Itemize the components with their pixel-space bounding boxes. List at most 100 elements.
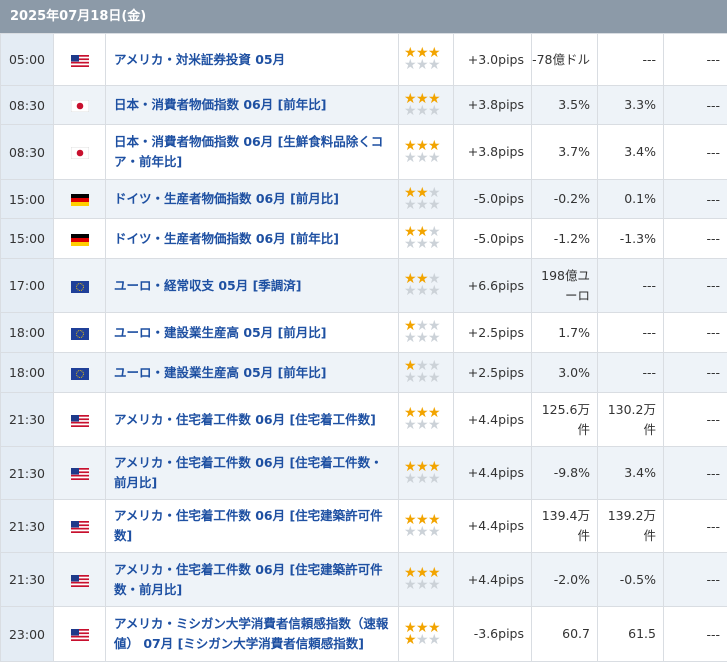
star-icon: ★: [404, 236, 417, 252]
actual-value: ---: [663, 85, 727, 125]
event-name-link[interactable]: 日本・消費者物価指数 06月 [前年比]: [105, 85, 399, 125]
importance-rating: ★★★ ★★★: [398, 218, 454, 259]
importance-rating: ★★★ ★★★: [398, 258, 454, 313]
actual-value: ---: [663, 179, 727, 219]
table-row: 17:00 ユーロ・経常収支 05月 [季調済] ★★★ ★★★ +6.6pips 198…: [0, 258, 727, 313]
event-name-link[interactable]: アメリカ・住宅着工件数 06月 [住宅着工件数・前月比]: [105, 446, 399, 500]
country-flag-cell: [53, 258, 106, 313]
importance-rating: ★★★ ★★★: [398, 606, 454, 662]
previous-value: -1.2%: [531, 218, 598, 259]
importance-rating: ★★★ ★★★: [398, 124, 454, 180]
forecast-value: -1.3%: [597, 218, 664, 259]
country-flag-cell: [53, 85, 106, 125]
previous-value: 3.0%: [531, 352, 598, 393]
actual-value: ---: [663, 606, 727, 662]
event-time: 18:00: [0, 352, 54, 393]
star-icon: ★: [416, 523, 429, 540]
event-name-link[interactable]: 日本・消費者物価指数 06月 [生鮮食料品除くコア・前年比]: [105, 124, 399, 180]
forecast-value: 61.5: [597, 606, 664, 662]
event-time: 15:00: [0, 179, 54, 219]
date-header: 2025年07月18日(金): [0, 0, 727, 33]
pips-value: +4.4pips: [453, 552, 532, 607]
pips-value: -3.6pips: [453, 606, 532, 662]
event-name-link[interactable]: ドイツ・生産者物価指数 06月 [前月比]: [105, 179, 399, 219]
event-name-link[interactable]: アメリカ・ミシガン大学消費者信頼感指数（速報値） 07月 [ミシガン大学消費者信…: [105, 606, 399, 662]
event-time: 21:30: [0, 552, 54, 607]
actual-value: ---: [663, 218, 727, 259]
event-time: 05:00: [0, 33, 54, 86]
importance-rating: ★★★ ★★★: [398, 85, 454, 125]
table-row: 15:00 ドイツ・生産者物価指数 06月 [前年比] ★★★ ★★★ -5.0pips…: [0, 218, 727, 259]
event-name-link[interactable]: アメリカ・住宅着工件数 06月 [住宅着工件数]: [105, 392, 399, 447]
country-flag-cell: [53, 179, 106, 219]
previous-value: 125.6万件: [531, 392, 598, 447]
forecast-value: 3.3%: [597, 85, 664, 125]
forecast-value: ---: [597, 312, 664, 353]
pips-value: -5.0pips: [453, 179, 532, 219]
event-name-link[interactable]: ユーロ・経常収支 05月 [季調済]: [105, 258, 399, 313]
star-icon: ★: [428, 417, 441, 433]
star-icon: ★: [404, 577, 417, 593]
table-row: 23:00 アメリカ・ミシガン大学消費者信頼感指数（速報値） 07月 [ミシガン大…: [0, 606, 727, 662]
star-icon: ★: [416, 577, 429, 593]
star-icon: ★: [428, 370, 441, 386]
pips-value: +4.4pips: [453, 499, 532, 553]
importance-rating: ★★★ ★★★: [398, 179, 454, 219]
us-flag-icon: [70, 54, 89, 67]
actual-value: ---: [663, 446, 727, 500]
pips-value: +4.4pips: [453, 446, 532, 500]
us-flag-icon: [70, 574, 89, 587]
forecast-value: 0.1%: [597, 179, 664, 219]
actual-value: ---: [663, 352, 727, 393]
forecast-value: ---: [597, 352, 664, 393]
event-time: 08:30: [0, 85, 54, 125]
event-time: 21:30: [0, 446, 54, 500]
importance-rating: ★★★ ★★★: [398, 352, 454, 393]
jp-flag-icon: [70, 99, 89, 113]
star-icon: ★: [428, 330, 441, 346]
importance-stars: ★★★ ★★★: [404, 272, 444, 299]
importance-stars: ★★★ ★★★: [404, 406, 444, 433]
event-name-link[interactable]: ドイツ・生産者物価指数 06月 [前年比]: [105, 218, 399, 259]
pips-value: +3.8pips: [453, 124, 532, 180]
us-flag-icon: [70, 468, 89, 480]
star-icon: ★: [428, 577, 441, 593]
us-flag-icon: [70, 629, 89, 641]
star-icon: ★: [404, 330, 417, 346]
event-name-link[interactable]: ユーロ・建設業生産高 05月 [前年比]: [105, 352, 399, 393]
table-row: 08:30 日本・消費者物価指数 06月 [生鮮食料品除くコア・前年比] ★★★ ★★…: [0, 124, 727, 180]
star-icon: ★: [428, 149, 441, 166]
table-row: 18:00 ユーロ・建設業生産高 05月 [前年比] ★★★ ★★★ +2.5pips 3…: [0, 352, 727, 393]
table-row: 21:30 アメリカ・住宅着工件数 06月 [住宅建築許可件数・前月比] ★★★ ★★…: [0, 552, 727, 607]
economic-calendar-table: 05:00 アメリカ・対米証券投資 05月 ★★★ ★★★ +3.0pips -78億ドル…: [0, 33, 727, 662]
previous-value: 139.4万件: [531, 499, 598, 553]
table-row: 08:30 日本・消費者物価指数 06月 [前年比] ★★★ ★★★ +3.8pips 3…: [0, 85, 727, 125]
event-name-link[interactable]: アメリカ・対米証券投資 05月: [105, 33, 399, 86]
event-name-link[interactable]: アメリカ・住宅着工件数 06月 [住宅建築許可件数]: [105, 499, 399, 553]
event-name-link[interactable]: ユーロ・建設業生産高 05月 [前月比]: [105, 312, 399, 353]
previous-value: 1.7%: [531, 312, 598, 353]
previous-value: 60.7: [531, 606, 598, 662]
event-time: 18:00: [0, 312, 54, 353]
star-icon: ★: [428, 236, 441, 252]
importance-rating: ★★★ ★★★: [398, 552, 454, 607]
country-flag-cell: [53, 552, 106, 607]
forecast-value: -0.5%: [597, 552, 664, 607]
star-icon: ★: [428, 283, 441, 299]
event-name-link[interactable]: アメリカ・住宅着工件数 06月 [住宅建築許可件数・前月比]: [105, 552, 399, 607]
event-time: 21:30: [0, 392, 54, 447]
event-time: 21:30: [0, 499, 54, 553]
star-icon: ★: [404, 102, 417, 119]
star-icon: ★: [428, 631, 441, 648]
country-flag-cell: [53, 33, 106, 86]
actual-value: ---: [663, 258, 727, 313]
actual-value: ---: [663, 33, 727, 86]
country-flag-cell: [53, 446, 106, 500]
star-icon: ★: [428, 102, 441, 119]
importance-rating: ★★★ ★★★: [398, 392, 454, 447]
star-icon: ★: [416, 283, 429, 299]
forecast-value: 130.2万件: [597, 392, 664, 447]
forecast-value: 139.2万件: [597, 499, 664, 553]
country-flag-cell: [53, 606, 106, 662]
forecast-value: 3.4%: [597, 124, 664, 180]
